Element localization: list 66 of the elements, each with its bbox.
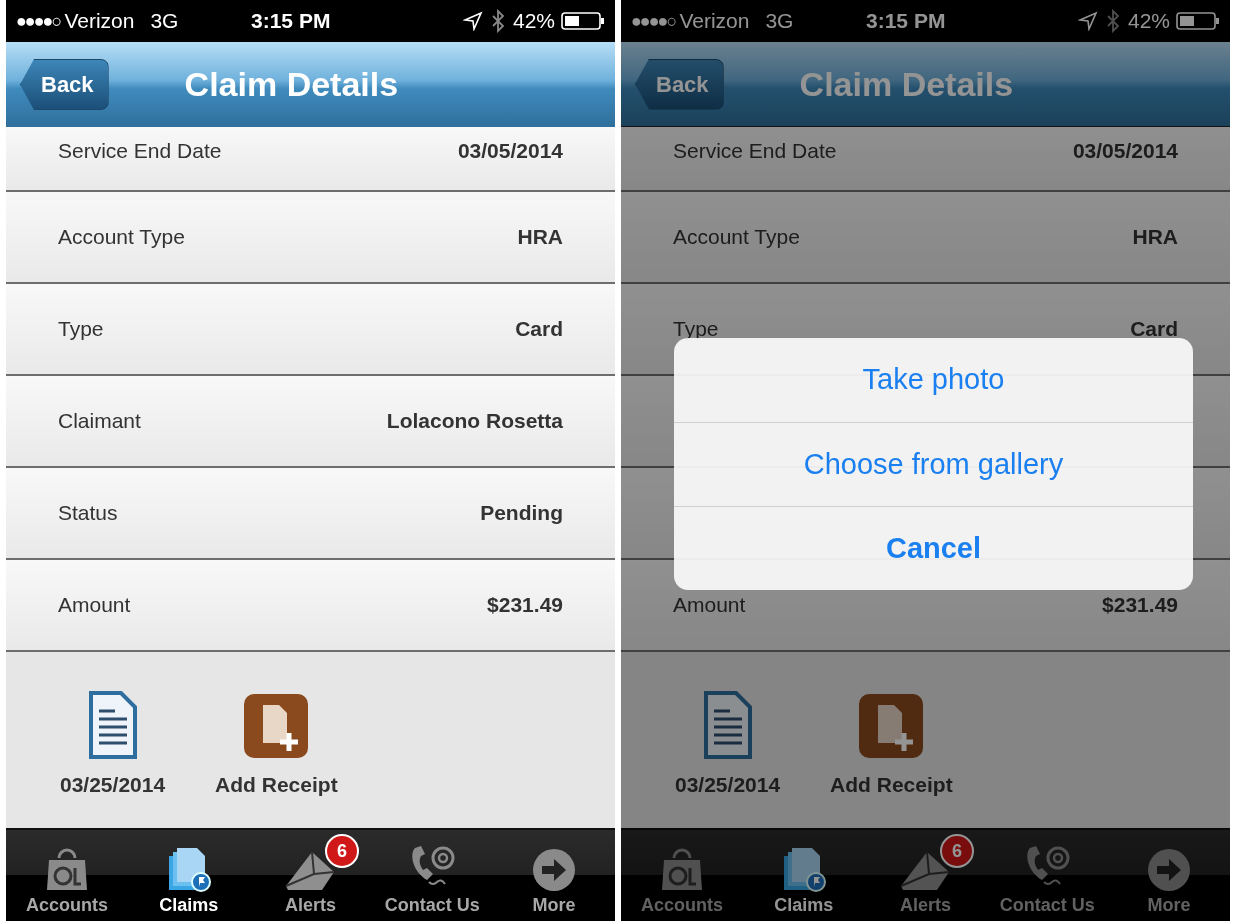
carrier-name: Verizon [64, 8, 135, 35]
tab-item[interactable]: Claims [742, 830, 865, 921]
attachment-date: 03/25/2014 [60, 771, 166, 798]
back-button[interactable]: Back [20, 59, 109, 110]
field-label: Status [58, 500, 118, 527]
screen-title: Claim Details [184, 64, 399, 105]
field-value: $231.49 [487, 592, 563, 619]
field-value: Card [515, 316, 563, 343]
tab-item[interactable]: Alerts 6 [864, 830, 987, 921]
add-receipt-icon [243, 692, 310, 759]
field-value: $231.49 [1102, 592, 1178, 619]
battery-icon [561, 11, 605, 31]
add-receipt-label[interactable]: Add Receipt [830, 768, 953, 800]
shopping-bag-icon [44, 848, 89, 892]
tab-item[interactable]: Accounts [6, 830, 128, 921]
carrier-name: Verizon [679, 8, 750, 35]
documents-icon [166, 846, 211, 892]
screen-title: Claim Details [799, 63, 1014, 105]
shopping-bag-icon [659, 848, 704, 892]
battery-icon [1176, 11, 1220, 31]
document-icon [88, 690, 137, 759]
tab-item[interactable]: Contact Us [371, 830, 494, 921]
tab-item[interactable]: Alerts 6 [249, 830, 372, 921]
notification-badge: 6 [325, 834, 360, 868]
field-label: Amount [673, 592, 746, 619]
sheet-option[interactable]: Choose from gallery [674, 422, 1193, 506]
field-label: Account Type [673, 224, 800, 251]
arrow-circle-icon [1147, 848, 1192, 892]
battery-percent: 42% [1127, 8, 1170, 35]
signal-dots-icon: ●●●●○ [631, 7, 676, 35]
field-label: Type [58, 316, 104, 343]
back-button[interactable]: Back [635, 58, 724, 110]
status-time: 3:15 PM [251, 8, 332, 35]
field-value: Pending [480, 500, 563, 527]
field-label: Account Type [58, 224, 185, 251]
battery-percent: 42% [512, 8, 555, 35]
bluetooth-icon [1105, 9, 1120, 33]
location-icon [462, 11, 483, 31]
field-label: Claimant [58, 408, 141, 435]
tab-item[interactable]: Accounts [621, 830, 743, 921]
tab-item[interactable]: Claims [127, 830, 250, 921]
tab-item[interactable]: More [1108, 830, 1230, 921]
network-type: 3G [765, 8, 794, 35]
field-label: Service End Date [673, 138, 837, 164]
field-label: Service End Date [58, 138, 222, 164]
field-value: 03/05/2014 [457, 138, 563, 164]
location-icon [1077, 11, 1098, 31]
field-value: Lolacono Rosetta [386, 408, 563, 435]
notification-badge: 6 [940, 834, 975, 868]
tab-item[interactable]: More [493, 830, 615, 921]
arrow-circle-icon [532, 848, 577, 892]
add-receipt-label[interactable]: Add Receipt [215, 768, 338, 800]
field-value: 03/05/2014 [1072, 138, 1178, 164]
attachment-date: 03/25/2014 [675, 771, 781, 798]
add-receipt-icon [858, 692, 925, 759]
bluetooth-icon [490, 9, 505, 33]
signal-dots-icon: ●●●●○ [16, 7, 61, 35]
documents-icon [781, 846, 826, 892]
network-type: 3G [150, 8, 179, 35]
document-icon [703, 690, 752, 759]
field-value: HRA [517, 224, 563, 251]
cancel-button[interactable]: Cancel [674, 506, 1193, 590]
status-time: 3:15 PM [866, 8, 947, 35]
field-value: HRA [1132, 224, 1178, 251]
field-label: Amount [58, 592, 131, 619]
tab-item[interactable]: Contact Us [986, 830, 1109, 921]
